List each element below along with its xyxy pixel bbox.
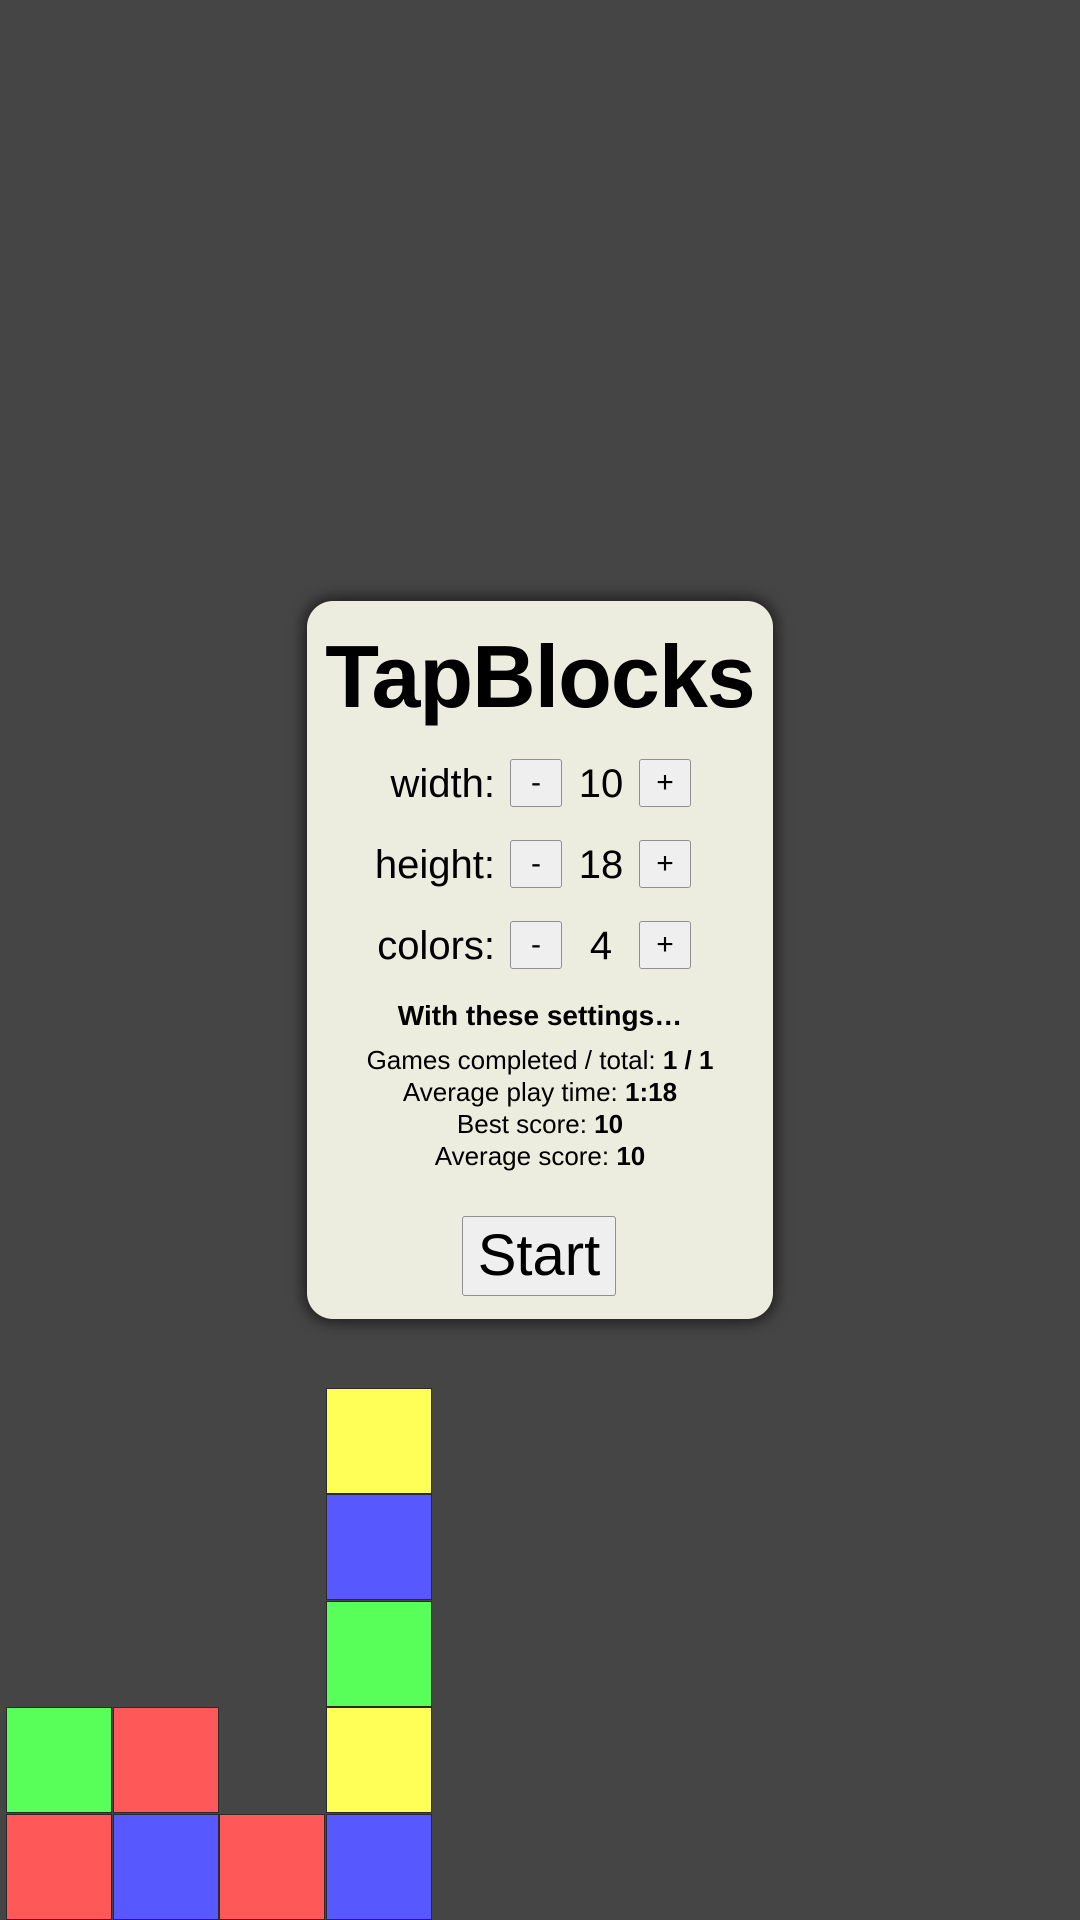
- width-setting: width: - 10 +: [307, 757, 773, 811]
- block-yellow[interactable]: [325, 1387, 432, 1494]
- block-blue[interactable]: [325, 1494, 432, 1600]
- height-label: height:: [374, 843, 495, 887]
- best-score-label: Best score:: [456, 1109, 595, 1139]
- block-blue[interactable]: [112, 1813, 219, 1920]
- height-setting: height: - 18 +: [307, 838, 773, 892]
- best-score-value: 10: [594, 1109, 624, 1139]
- width-label: width:: [390, 762, 496, 806]
- block-blue[interactable]: [325, 1813, 432, 1920]
- colors-setting: colors: - 4 +: [307, 919, 773, 973]
- colors-decrease-button[interactable]: -: [510, 921, 562, 969]
- best-score-stat: Best score: 10: [307, 1108, 773, 1140]
- average-play-time-stat: Average play time: 1:18: [307, 1076, 773, 1108]
- games-completed-value: 1 / 1: [662, 1045, 714, 1075]
- settings-panel: TapBlocks width: - 10 + height: - 18 + c…: [307, 601, 773, 1319]
- games-completed-stat: Games completed / total: 1 / 1: [307, 1044, 773, 1076]
- colors-increase-button[interactable]: +: [639, 921, 691, 969]
- block-green[interactable]: [6, 1707, 112, 1813]
- games-completed-label: Games completed / total:: [366, 1045, 663, 1075]
- block-red[interactable]: [6, 1813, 112, 1920]
- average-score-stat: Average score: 10: [307, 1140, 773, 1172]
- width-decrease-button[interactable]: -: [510, 759, 562, 807]
- average-score-label: Average score:: [434, 1141, 617, 1171]
- stats-heading: With these settings…: [397, 1000, 683, 1031]
- app-title: TapBlocks: [325, 627, 756, 726]
- colors-value: 4: [589, 924, 613, 968]
- average-play-time-label: Average play time:: [402, 1077, 626, 1107]
- height-increase-button[interactable]: +: [639, 840, 691, 888]
- block-green[interactable]: [325, 1600, 432, 1707]
- colors-label: colors:: [377, 924, 495, 968]
- height-value: 18: [578, 843, 624, 887]
- block-red[interactable]: [112, 1707, 219, 1813]
- width-increase-button[interactable]: +: [639, 759, 691, 807]
- height-decrease-button[interactable]: -: [510, 840, 562, 888]
- average-play-time-value: 1:18: [625, 1077, 678, 1107]
- block-red[interactable]: [219, 1813, 325, 1920]
- average-score-value: 10: [616, 1141, 646, 1171]
- start-button[interactable]: Start: [462, 1216, 616, 1296]
- width-value: 10: [578, 762, 624, 806]
- block-yellow[interactable]: [325, 1707, 432, 1813]
